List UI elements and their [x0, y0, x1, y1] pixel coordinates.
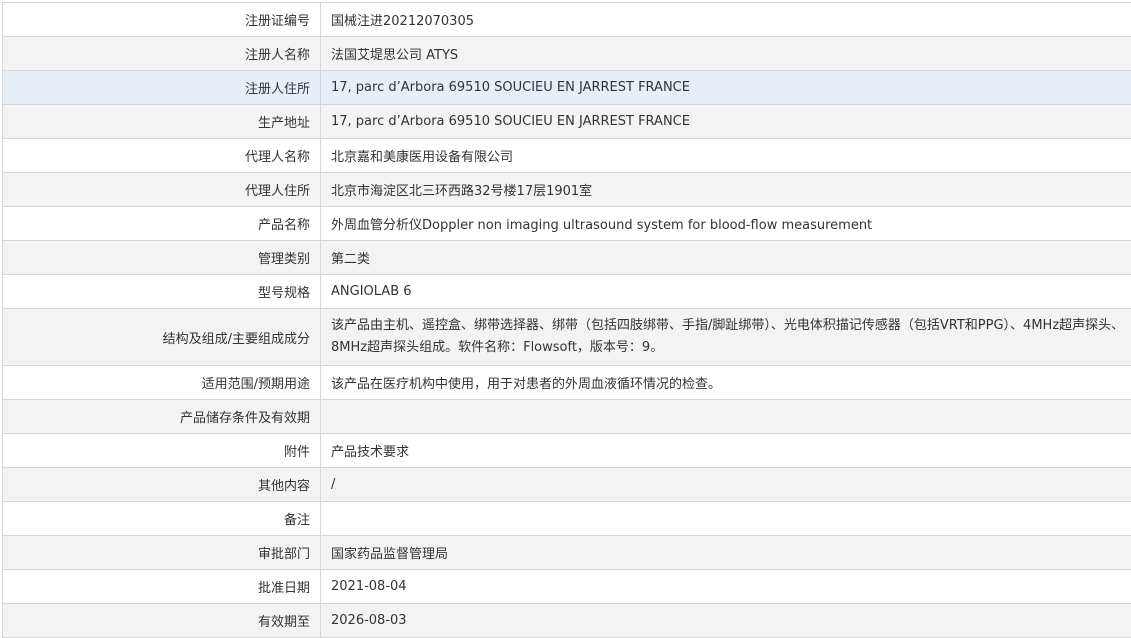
table-row: 附件 产品技术要求 [3, 434, 1131, 468]
field-label: 管理类别 [3, 241, 321, 275]
field-value: / [321, 468, 1131, 502]
field-value: 2026-08-03 [321, 604, 1131, 638]
table-row: 生产地址 17, parc d’Arbora 69510 SOUCIEU EN … [3, 105, 1131, 139]
field-label: 结构及组成/主要组成成分 [3, 309, 321, 366]
field-value: 北京市海淀区北三环西路32号楼17层1901室 [321, 173, 1131, 207]
table-row: 其他内容 / [3, 468, 1131, 502]
table-row: 审批部门 国家药品监督管理局 [3, 536, 1131, 570]
field-label: 注册证编号 [3, 3, 321, 37]
field-label: 生产地址 [3, 105, 321, 139]
table-row: 注册人名称 法国艾堤思公司 ATYS [3, 37, 1131, 71]
table-row: 管理类别 第二类 [3, 241, 1131, 275]
field-value: 外周血管分析仪Doppler non imaging ultrasound sy… [321, 207, 1131, 241]
field-label: 注册人名称 [3, 37, 321, 71]
field-value: 国械注进20212070305 [321, 3, 1131, 37]
field-value: 该产品在医疗机构中使用，用于对患者的外周血液循环情况的检查。 [321, 366, 1131, 400]
field-label: 产品储存条件及有效期 [3, 400, 321, 434]
field-label: 产品名称 [3, 207, 321, 241]
table-row: 代理人住所 北京市海淀区北三环西路32号楼17层1901室 [3, 173, 1131, 207]
field-label: 有效期至 [3, 604, 321, 638]
field-value [321, 400, 1131, 434]
field-value: 第二类 [321, 241, 1131, 275]
field-label: 附件 [3, 434, 321, 468]
composition-text: 该产品由主机、遥控盒、绑带选择器、绑带（包括四肢绑带、手指/脚趾绑带）、光电体积… [331, 315, 1131, 359]
field-value: 法国艾堤思公司 ATYS [321, 37, 1131, 71]
field-label: 其他内容 [3, 468, 321, 502]
field-label: 型号规格 [3, 275, 321, 309]
table-row: 结构及组成/主要组成成分 该产品由主机、遥控盒、绑带选择器、绑带（包括四肢绑带、… [3, 309, 1131, 366]
table-row: 适用范围/预期用途 该产品在医疗机构中使用，用于对患者的外周血液循环情况的检查。 [3, 366, 1131, 400]
field-label: 审批部门 [3, 536, 321, 570]
field-value: 2021-08-04 [321, 570, 1131, 604]
field-value: 产品技术要求 [321, 434, 1131, 468]
field-value: 17, parc d’Arbora 69510 SOUCIEU EN JARRE… [321, 105, 1131, 139]
table-row: 产品名称 外周血管分析仪Doppler non imaging ultrasou… [3, 207, 1131, 241]
table-row: 备注 [3, 502, 1131, 536]
field-value [321, 502, 1131, 536]
field-value: 北京嘉和美康医用设备有限公司 [321, 139, 1131, 173]
table-row: 注册人住所 17, parc d’Arbora 69510 SOUCIEU EN… [3, 71, 1131, 105]
table-row: 型号规格 ANGIOLAB 6 [3, 275, 1131, 309]
table-row: 注册证编号 国械注进20212070305 [3, 3, 1131, 37]
field-label: 代理人名称 [3, 139, 321, 173]
table-row: 批准日期 2021-08-04 [3, 570, 1131, 604]
table-row: 产品储存条件及有效期 [3, 400, 1131, 434]
table-row: 有效期至 2026-08-03 [3, 604, 1131, 638]
field-label: 注册人住所 [3, 71, 321, 105]
registration-detail-table: 注册证编号 国械注进20212070305 注册人名称 法国艾堤思公司 ATYS… [2, 2, 1131, 638]
field-value: 17, parc d’Arbora 69510 SOUCIEU EN JARRE… [321, 71, 1131, 105]
table-row: 代理人名称 北京嘉和美康医用设备有限公司 [3, 139, 1131, 173]
field-label: 代理人住所 [3, 173, 321, 207]
field-value: ANGIOLAB 6 [321, 275, 1131, 309]
field-label: 备注 [3, 502, 321, 536]
field-value: 国家药品监督管理局 [321, 536, 1131, 570]
field-label: 批准日期 [3, 570, 321, 604]
field-label: 适用范围/预期用途 [3, 366, 321, 400]
field-value: 该产品由主机、遥控盒、绑带选择器、绑带（包括四肢绑带、手指/脚趾绑带）、光电体积… [321, 309, 1131, 366]
